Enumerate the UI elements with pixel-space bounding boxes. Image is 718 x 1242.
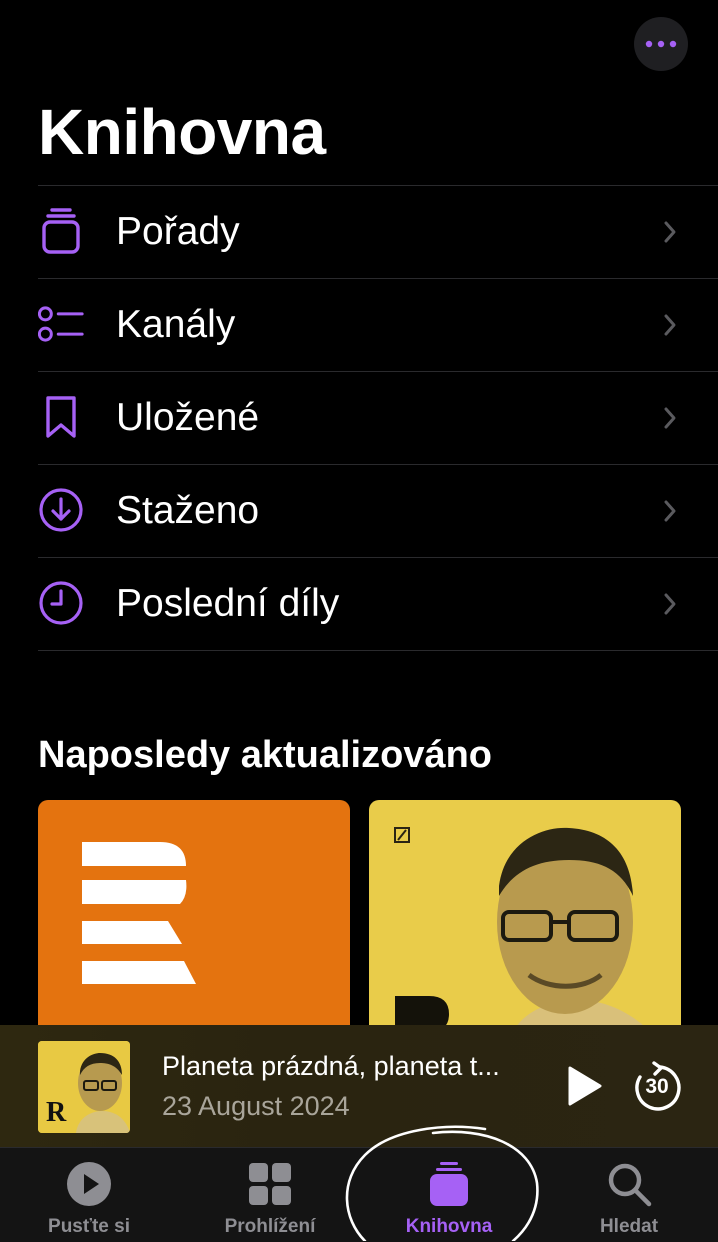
section-title-recently-updated: Naposledy aktualizováno bbox=[38, 734, 493, 776]
chevron-right-icon bbox=[664, 500, 676, 522]
menu-item-downloaded[interactable]: Staženo bbox=[38, 465, 718, 558]
now-playing-date: 23 August 2024 bbox=[162, 1091, 350, 1121]
rozhovory-podcast-tile[interactable] bbox=[369, 800, 681, 1040]
menu-item-saved[interactable]: Uložené bbox=[38, 372, 718, 465]
menu-item-channels[interactable]: Kanály bbox=[38, 279, 718, 372]
grid-icon bbox=[249, 1163, 291, 1205]
ellipsis-icon bbox=[645, 40, 677, 48]
tab-library[interactable]: Knihovna bbox=[364, 1148, 534, 1242]
tab-listen-now[interactable]: Pusťte si bbox=[4, 1148, 174, 1242]
rozhlas-podcast-tile[interactable] bbox=[38, 800, 350, 1040]
tab-browse[interactable]: Prohlížení bbox=[185, 1148, 355, 1242]
more-options-button[interactable] bbox=[634, 17, 688, 71]
library-stack-icon bbox=[430, 1162, 468, 1206]
play-circle-icon bbox=[67, 1162, 111, 1206]
menu-item-label: Staženo bbox=[116, 489, 260, 532]
tab-search[interactable]: Hledat bbox=[544, 1148, 714, 1242]
download-icon bbox=[38, 487, 84, 533]
chevron-right-icon bbox=[664, 314, 676, 336]
now-playing-title: Planeta prázdná, planeta t... bbox=[162, 1051, 500, 1081]
menu-item-label: Uložené bbox=[116, 396, 260, 439]
tab-label: Prohlížení bbox=[224, 1216, 316, 1237]
tab-label: Knihovna bbox=[405, 1216, 493, 1237]
search-icon bbox=[608, 1163, 652, 1207]
stack-icon bbox=[38, 208, 84, 254]
chevron-right-icon bbox=[664, 593, 676, 615]
mini-player[interactable]: R Planeta prázdná, planeta t... 23 Augus… bbox=[0, 1025, 718, 1147]
artwork-mark: R bbox=[46, 1097, 67, 1128]
menu-item-label: Kanály bbox=[116, 303, 236, 346]
rozhlas-logo-icon bbox=[82, 842, 196, 984]
chevron-right-icon bbox=[664, 407, 676, 429]
menu-item-recent-episodes[interactable]: Poslední díly bbox=[38, 558, 718, 651]
page-title: Knihovna bbox=[38, 96, 326, 168]
guest-portrait-image bbox=[394, 827, 659, 1040]
channels-list-icon bbox=[38, 301, 84, 347]
tab-label: Hledat bbox=[599, 1216, 659, 1237]
clock-icon bbox=[38, 580, 84, 626]
tab-bar: Pusťte si Prohlížení Knihovna Hledat bbox=[0, 1147, 718, 1242]
menu-item-label: Poslední díly bbox=[116, 582, 340, 625]
chevron-right-icon bbox=[664, 221, 676, 243]
menu-item-label: Pořady bbox=[116, 210, 240, 253]
tab-label: Pusťte si bbox=[48, 1216, 130, 1237]
play-icon[interactable] bbox=[566, 1065, 602, 1107]
menu-item-shows[interactable]: Pořady bbox=[38, 186, 718, 279]
now-playing-artwork: R bbox=[38, 1041, 130, 1133]
skip-seconds-label: 30 bbox=[645, 1075, 669, 1098]
skip-forward-button[interactable]: 30 bbox=[630, 1061, 684, 1115]
bookmark-icon bbox=[38, 394, 84, 440]
library-menu: Pořady Kanály Uložené Staženo Poslední d… bbox=[38, 185, 718, 651]
